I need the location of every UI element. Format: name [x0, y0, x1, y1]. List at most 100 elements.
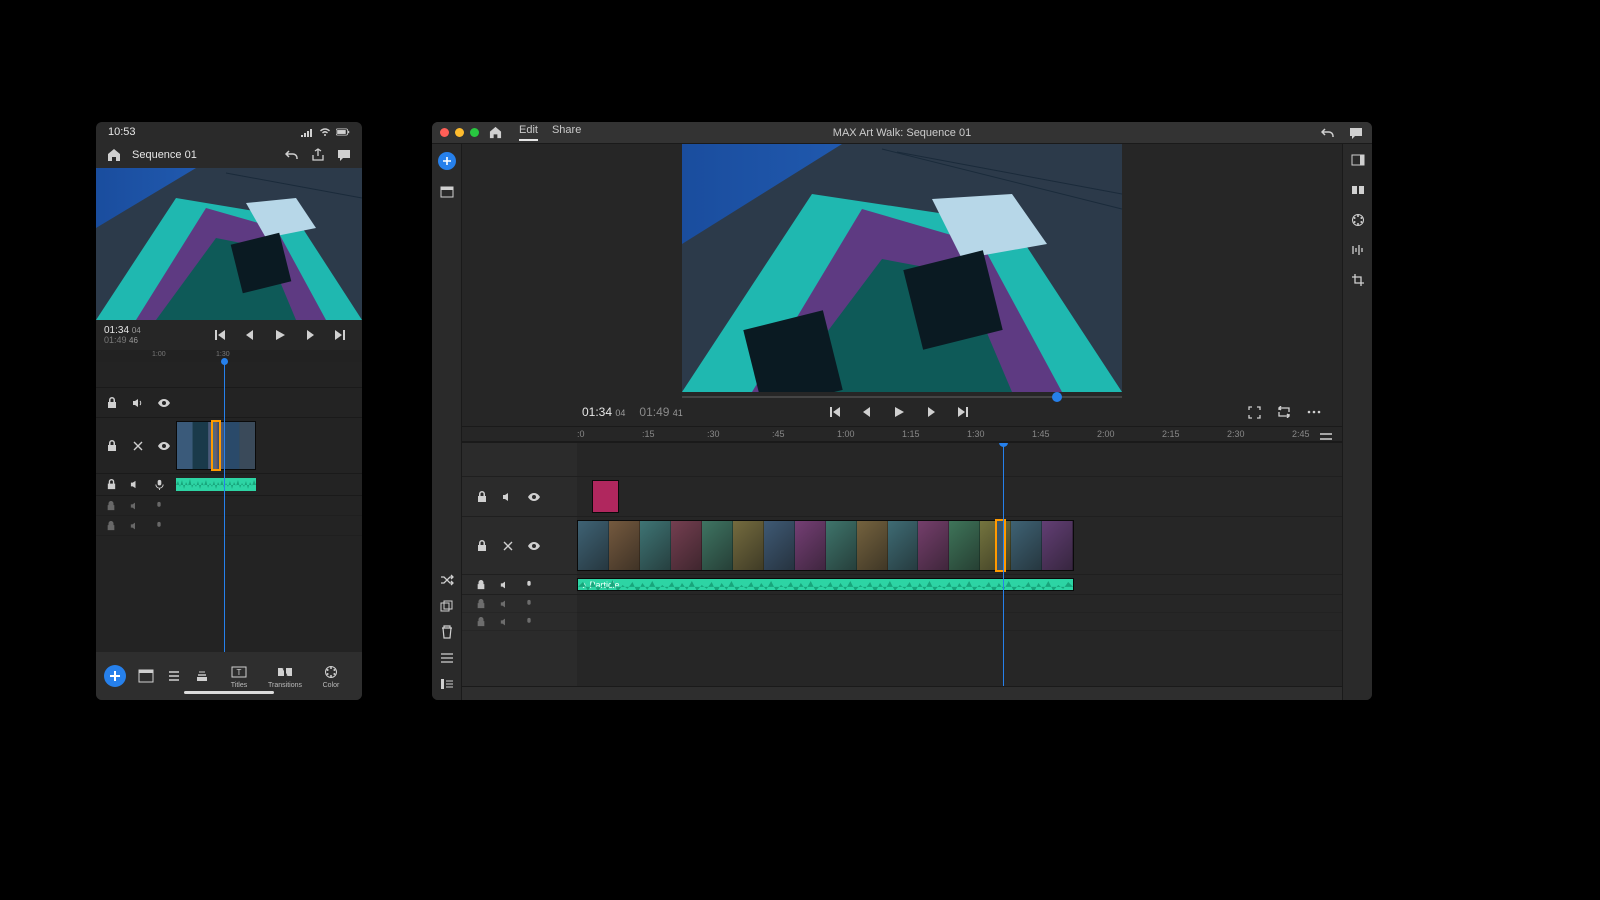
play-icon[interactable] [891, 404, 907, 420]
go-start-icon[interactable] [212, 327, 228, 343]
loop-icon[interactable] [1276, 404, 1292, 420]
track-header-icon[interactable] [439, 676, 455, 692]
mic-icon[interactable] [522, 578, 536, 592]
zoom-window-icon[interactable] [470, 128, 479, 137]
share-icon[interactable] [310, 147, 326, 163]
add-media-button[interactable] [438, 152, 456, 170]
desktop-playhead[interactable] [1003, 443, 1004, 686]
mic-icon[interactable] [152, 519, 166, 533]
mobile-ruler[interactable]: 1:00 1:30 [96, 350, 362, 362]
undo-icon[interactable] [284, 147, 300, 163]
desktop-ruler[interactable]: :0 :15 :30 :45 1:00 1:15 1:30 1:45 2:00 … [462, 426, 1342, 442]
trash-icon[interactable] [439, 624, 455, 640]
transitions-label: Transitions [268, 682, 302, 689]
lock-icon[interactable] [104, 499, 118, 513]
undo-icon[interactable] [1320, 125, 1336, 141]
add-media-button[interactable] [104, 665, 126, 687]
lock-icon[interactable] [474, 489, 490, 505]
mobile-timecode: 01:34 04 01:49 46 [104, 326, 141, 345]
step-forward-icon[interactable] [302, 327, 318, 343]
comment-icon[interactable] [1348, 125, 1364, 141]
scrub-knob[interactable] [1052, 392, 1062, 402]
desktop-preview[interactable] [682, 144, 1122, 392]
lock-icon[interactable] [104, 478, 118, 492]
duplicate-icon[interactable] [439, 598, 455, 614]
status-time: 10:53 [108, 126, 136, 138]
step-back-icon[interactable] [242, 327, 258, 343]
ruler-mark: 2:45 [1292, 429, 1310, 439]
eye-icon[interactable] [526, 489, 542, 505]
window-title: MAX Art Walk: Sequence 01 [833, 127, 971, 139]
step-forward-icon[interactable] [923, 404, 939, 420]
window-controls [440, 128, 479, 137]
ruler-mark: 2:00 [1097, 429, 1115, 439]
lock-icon[interactable] [104, 395, 120, 411]
eye-icon[interactable] [156, 438, 172, 454]
more-icon[interactable] [1306, 404, 1322, 420]
lock-icon[interactable] [104, 519, 118, 533]
lock-icon[interactable] [474, 615, 488, 629]
speaker-icon[interactable] [498, 615, 512, 629]
mic-icon[interactable] [152, 478, 166, 492]
audio-icon[interactable] [1350, 242, 1366, 258]
ruler-mark: :30 [707, 429, 720, 439]
duration-timecode: 01:49 41 [639, 405, 682, 419]
home-icon[interactable] [487, 125, 503, 141]
mobile-playhead[interactable] [224, 362, 225, 652]
go-end-icon[interactable] [332, 327, 348, 343]
eye-icon[interactable] [156, 395, 172, 411]
inspector-icon[interactable] [1350, 152, 1366, 168]
mic-icon[interactable] [522, 597, 536, 611]
transitions-tool[interactable]: Transitions [268, 664, 302, 689]
close-window-icon[interactable] [440, 128, 449, 137]
marker-clip[interactable] [592, 480, 619, 513]
edit-tab[interactable]: Edit [519, 124, 538, 141]
fullscreen-icon[interactable] [1246, 404, 1262, 420]
comment-icon[interactable] [336, 147, 352, 163]
speaker-icon[interactable] [498, 578, 512, 592]
scrub-bar[interactable] [682, 396, 1122, 398]
timeline-scrollbar[interactable] [462, 686, 1342, 700]
share-tab[interactable]: Share [552, 124, 581, 141]
step-back-icon[interactable] [859, 404, 875, 420]
transitions-icon[interactable] [1350, 182, 1366, 198]
go-start-icon[interactable] [827, 404, 843, 420]
mobile-video-clip-selected[interactable] [212, 421, 220, 470]
lock-icon[interactable] [474, 538, 490, 554]
home-indicator[interactable] [184, 691, 274, 694]
speaker-icon[interactable] [498, 597, 512, 611]
titles-tool[interactable]: T Titles [222, 664, 256, 689]
audio-clip[interactable]: ♪Particle [577, 578, 1074, 591]
mic-icon[interactable] [522, 615, 536, 629]
list-view-icon[interactable] [166, 668, 182, 684]
speaker-icon[interactable] [128, 519, 142, 533]
lock-icon[interactable] [474, 597, 488, 611]
play-icon[interactable] [272, 327, 288, 343]
mobile-preview[interactable] [96, 168, 362, 320]
speaker-icon[interactable] [500, 489, 516, 505]
go-end-icon[interactable] [955, 404, 971, 420]
mic-icon[interactable] [152, 499, 166, 513]
lock-icon[interactable] [104, 438, 120, 454]
mobile-status-bar: 10:53 [96, 122, 362, 142]
crop-icon[interactable] [1350, 272, 1366, 288]
fx-disabled-icon[interactable] [500, 538, 516, 554]
project-panel-icon[interactable] [138, 668, 154, 684]
fx-disabled-icon[interactable] [130, 438, 146, 454]
color-icon[interactable] [1350, 212, 1366, 228]
speaker-icon[interactable] [128, 478, 142, 492]
speaker-icon[interactable] [128, 499, 142, 513]
lock-icon[interactable] [474, 578, 488, 592]
sequence-label: Sequence 01 [132, 149, 197, 161]
stack-icon[interactable] [194, 668, 210, 684]
project-panel-icon[interactable] [439, 184, 455, 200]
ruler-mark: 1:00 [152, 351, 166, 358]
home-icon[interactable] [106, 147, 122, 163]
mobile-audio-clip[interactable] [176, 478, 256, 491]
speaker-icon[interactable] [130, 395, 146, 411]
color-tool[interactable]: Color [314, 664, 348, 689]
minimize-window-icon[interactable] [455, 128, 464, 137]
shuffle-icon[interactable] [439, 572, 455, 588]
eye-icon[interactable] [526, 538, 542, 554]
timeline-snap-icon[interactable] [439, 650, 455, 666]
